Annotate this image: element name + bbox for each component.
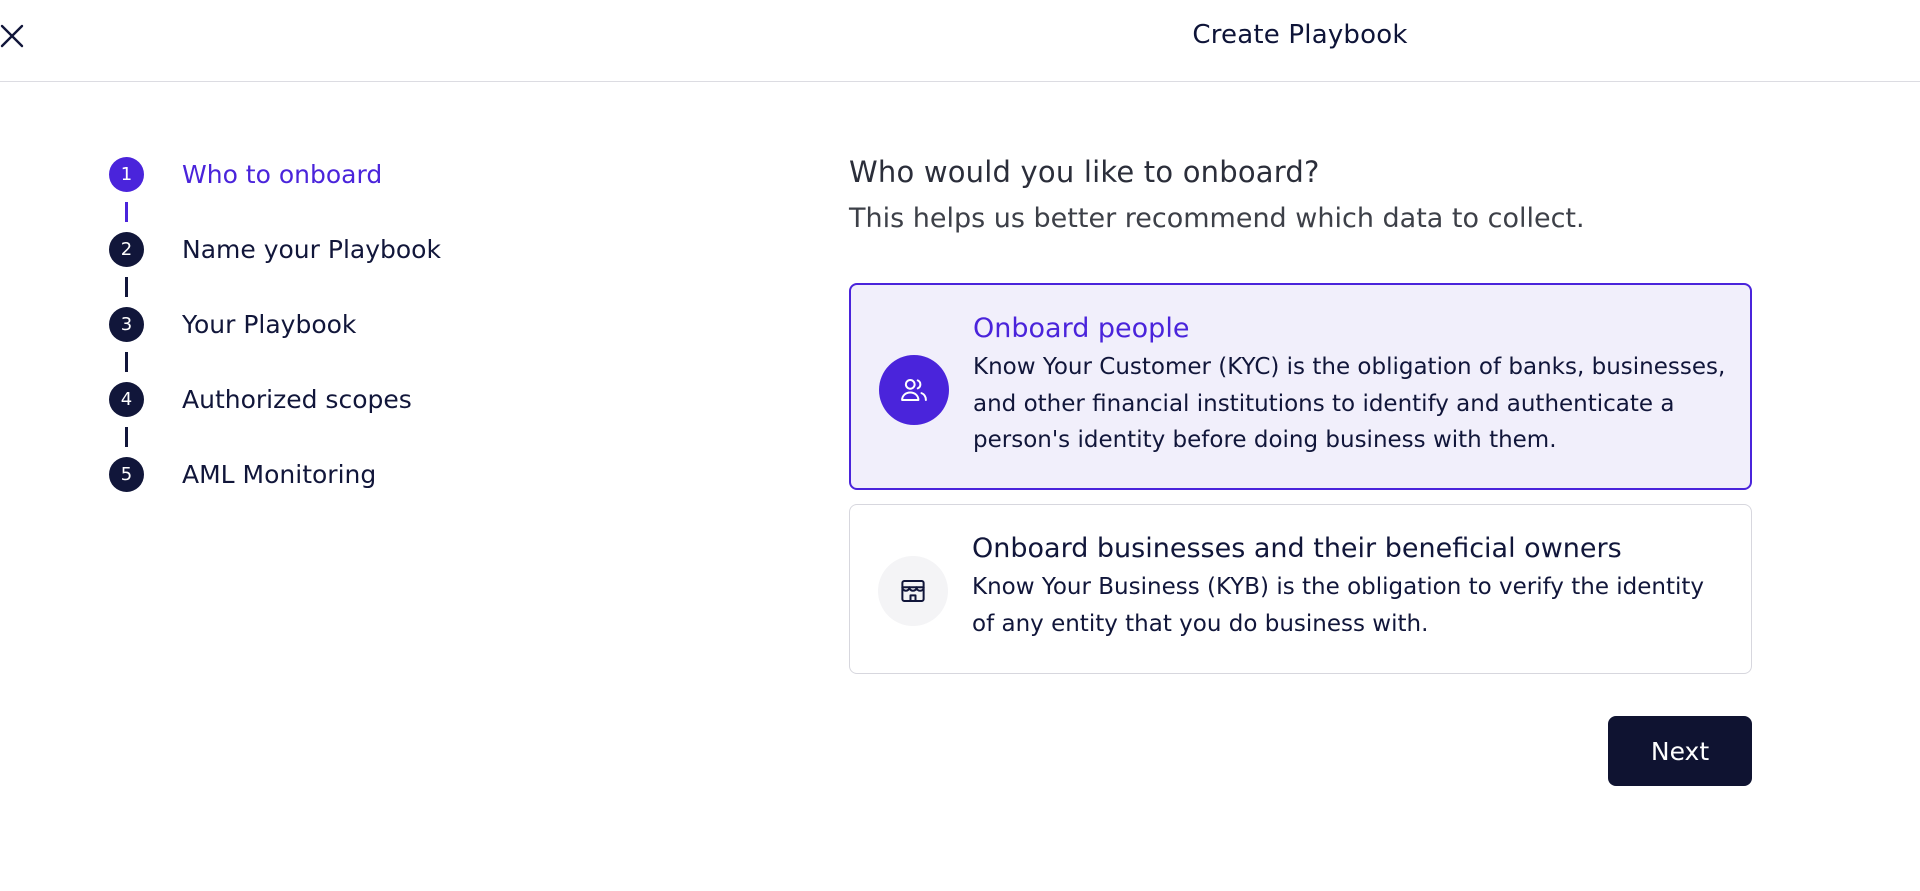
option-onboard-people[interactable]: Onboard people Know Your Customer (KYC) … (849, 283, 1752, 490)
step-label: AML Monitoring (182, 460, 377, 489)
option-onboard-businesses[interactable]: Onboard businesses and their beneficial … (849, 504, 1752, 674)
users-icon (879, 355, 949, 425)
step-authorized-scopes[interactable]: 4 Authorized scopes (109, 382, 509, 418)
option-description: Know Your Customer (KYC) is the obligati… (973, 354, 1726, 453)
store-icon (878, 556, 948, 626)
main-content: Who would you like to onboard? This help… (849, 155, 1752, 234)
step-number: 1 (109, 157, 144, 192)
step-who-to-onboard[interactable]: 1 Who to onboard (109, 157, 509, 193)
step-name-your-playbook[interactable]: 2 Name your Playbook (109, 232, 509, 268)
step-your-playbook[interactable]: 3 Your Playbook (109, 307, 509, 343)
header: Create Playbook (0, 0, 1920, 82)
page-title: Create Playbook (1192, 20, 1408, 50)
step-number: 4 (109, 382, 144, 417)
next-button[interactable]: Next (1608, 716, 1752, 786)
question-title: Who would you like to onboard? (849, 155, 1320, 189)
option-title: Onboard businesses and their beneficial … (972, 533, 1622, 564)
step-label: Name your Playbook (182, 235, 441, 264)
step-number: 2 (109, 232, 144, 267)
step-number: 5 (109, 457, 144, 492)
step-label: Your Playbook (182, 310, 357, 339)
option-description: Know Your Business (KYB) is the obligati… (972, 574, 1705, 637)
step-connector (125, 277, 128, 297)
step-number: 3 (109, 307, 144, 342)
step-aml-monitoring[interactable]: 5 AML Monitoring (109, 457, 509, 493)
step-connector (125, 427, 128, 447)
step-connector (125, 352, 128, 372)
step-label: Who to onboard (182, 160, 383, 189)
option-title: Onboard people (973, 313, 1190, 344)
question-subtitle: This helps us better recommend which dat… (849, 203, 1585, 234)
step-connector (125, 202, 128, 222)
step-label: Authorized scopes (182, 385, 412, 414)
